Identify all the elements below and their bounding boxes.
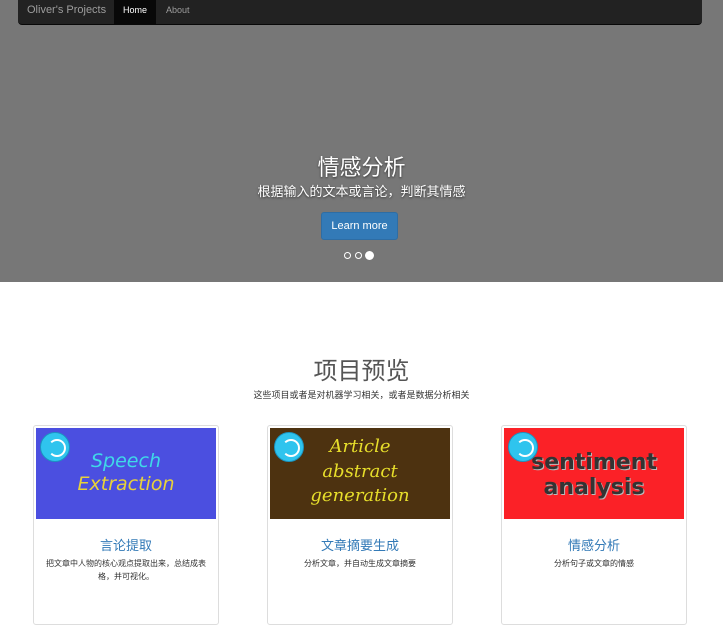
project-card-speech-extraction: Speech Extraction 言论提取 把文章中人物的核心观点提取出来，总…: [33, 425, 219, 625]
project-title[interactable]: 文章摘要生成: [268, 535, 452, 554]
project-title[interactable]: 情感分析: [502, 535, 686, 554]
project-description: 把文章中人物的核心观点提取出来，总结成表格，并可视化。: [46, 559, 206, 581]
carousel-indicator-2[interactable]: [355, 252, 362, 259]
project-description: 分析句子或文章的情感: [554, 559, 634, 568]
image-text-line: Speech: [91, 450, 161, 472]
navbar: Oliver's Projects Home About: [18, 0, 702, 25]
learn-more-button[interactable]: Learn more: [321, 212, 398, 240]
hero-carousel: Oliver's Projects Home About 情感分析 根据输入的文…: [0, 0, 723, 282]
project-card-article-abstract: Article abstract generation 文章摘要生成 分析文章，…: [267, 425, 453, 625]
brand-link[interactable]: Oliver's Projects: [27, 4, 106, 16]
project-image-sentiment-analysis[interactable]: sentiment analysis: [504, 428, 684, 519]
image-text-line: sentiment: [531, 450, 657, 475]
image-text-line: Extraction: [77, 473, 175, 495]
section-subtitle: 这些项目或者是对机器学习相关，或者是数据分析相关: [253, 390, 470, 400]
image-text-line: abstract: [322, 461, 398, 482]
project-card-sentiment-analysis: sentiment analysis 情感分析 分析句子或文章的情感: [501, 425, 687, 625]
project-image-article-abstract[interactable]: Article abstract generation: [270, 428, 450, 519]
nav-home-link[interactable]: Home: [114, 0, 157, 24]
carousel-indicator-3[interactable]: [365, 251, 374, 260]
carousel-indicator-1[interactable]: [344, 252, 351, 259]
project-title[interactable]: 言论提取: [34, 535, 218, 554]
project-image-speech-extraction[interactable]: Speech Extraction: [36, 428, 216, 519]
hero-subtitle: 根据输入的文本或言论，判断其情感: [257, 184, 466, 199]
nav-about-link[interactable]: About: [157, 0, 199, 24]
image-text-line: Article: [329, 436, 391, 457]
image-text-line: generation: [310, 485, 410, 506]
image-text-line: analysis: [543, 475, 645, 500]
project-description: 分析文章，并自动生成文章摘要: [304, 559, 416, 568]
section-title: 项目预览: [313, 358, 410, 385]
hero-title: 情感分析: [317, 155, 406, 180]
